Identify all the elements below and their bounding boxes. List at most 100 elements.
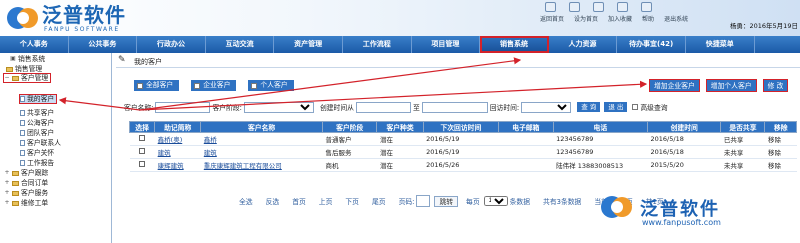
customer-link[interactable]: 重庆康辉建筑工程有限公司	[204, 162, 282, 170]
col-short-name[interactable]: 助记简称	[154, 121, 202, 133]
stage-select[interactable]	[243, 101, 314, 113]
tab-personal-customers[interactable]: 个人客户	[248, 80, 294, 91]
cell-short-name[interactable]: 康辉建筑	[154, 158, 201, 172]
tree-root-icon: ▣	[10, 55, 16, 62]
sidebar-item-repair[interactable]: + 维修工单	[4, 199, 48, 207]
exit-button[interactable]: 退 出	[604, 102, 628, 112]
cell-customer-name[interactable]: 重庆康辉建筑工程有限公司	[200, 158, 323, 172]
cell-short-name[interactable]: 鑫桥(奥)	[154, 132, 201, 146]
remove-link[interactable]: 移除	[764, 158, 797, 172]
query-button[interactable]: 查 询	[577, 102, 601, 112]
sidebar-item-care[interactable]: 客户关怀	[20, 149, 54, 157]
row-select-cell[interactable]	[129, 158, 155, 172]
logout-icon[interactable]	[641, 2, 652, 12]
header-link-home[interactable]: 返回首页	[540, 14, 564, 23]
cell-customer-name[interactable]: 建筑	[200, 145, 323, 159]
help-icon[interactable]	[617, 2, 628, 12]
sidebar-item-label: 客户管理	[21, 74, 49, 82]
col-next-visit[interactable]: 下次回访时间	[422, 121, 500, 133]
first-page-link[interactable]: 首页	[292, 196, 306, 206]
edit-button[interactable]: 修 改	[762, 79, 789, 92]
nav-item-personal[interactable]: 个人事务	[0, 36, 69, 53]
nav-item-sales[interactable]: 销售系统	[480, 36, 549, 53]
row-select-cell[interactable]	[129, 132, 155, 146]
col-email[interactable]: 电子邮箱	[498, 121, 554, 133]
header-link-set-home[interactable]: 设为首页	[574, 14, 598, 23]
row-checkbox[interactable]	[139, 161, 146, 167]
sidebar-item-public-sea[interactable]: 公海客户	[20, 119, 54, 127]
table-row[interactable]: 鑫桥(奥) 鑫桥 普通客户 潜在 2016/5/19 123456789 201…	[129, 132, 797, 146]
col-customer-name[interactable]: 客户名称	[200, 121, 323, 133]
customer-link[interactable]: 建筑	[204, 149, 217, 157]
favorite-icon[interactable]	[593, 2, 604, 12]
visit-select[interactable]	[521, 101, 572, 113]
remove-link[interactable]: 移除	[764, 145, 797, 159]
customer-name-input[interactable]	[155, 101, 211, 113]
header-link-favorite[interactable]: 加入收藏	[608, 14, 632, 23]
row-select-cell[interactable]	[129, 145, 155, 159]
sidebar-item-sales-manage[interactable]: 销售管理	[6, 65, 42, 73]
nav-item-todo[interactable]: 待办事宜(42)	[617, 36, 686, 53]
expand-icon: +	[4, 199, 10, 206]
row-checkbox[interactable]	[139, 135, 146, 141]
prev-page-link[interactable]: 上页	[319, 196, 333, 206]
nav-item-shortcut[interactable]: 快捷菜单	[686, 36, 755, 53]
sidebar-root[interactable]: ▣ 销售系统	[10, 55, 45, 63]
add-personal-customer-button[interactable]: 增加个人客户	[705, 79, 757, 92]
sidebar-item-team[interactable]: 团队客户	[20, 129, 54, 137]
cell-customer-name[interactable]: 鑫桥	[200, 132, 323, 146]
tab-enterprise-customers[interactable]: 企业客户	[191, 80, 237, 91]
sidebar-item-shared[interactable]: 共享客户	[20, 109, 54, 117]
col-shared[interactable]: 是否共享	[720, 121, 766, 133]
created-to-input[interactable]	[421, 101, 488, 113]
row-checkbox[interactable]	[139, 148, 146, 154]
to-label: 至	[412, 104, 420, 112]
sidebar-item-report[interactable]: 工作报告	[20, 159, 54, 167]
invert-selection-link[interactable]: 反选	[266, 196, 280, 206]
tab-label: 全部客户	[146, 81, 174, 89]
sidebar-item-customer-manage[interactable]: − 客户管理	[2, 73, 52, 83]
advanced-checkbox[interactable]	[632, 104, 639, 110]
next-page-link[interactable]: 下页	[345, 196, 359, 206]
set-home-icon[interactable]	[569, 2, 580, 12]
col-stage[interactable]: 客户阶段	[321, 121, 378, 133]
per-page-label: 每页	[466, 198, 480, 206]
sidebar-item-tracking[interactable]: + 客户跟踪	[4, 169, 48, 177]
created-from-input[interactable]	[355, 101, 411, 113]
go-button[interactable]: 跳转	[434, 195, 459, 207]
table-row[interactable]: 建筑 建筑 售后服务 潜在 2016/5/19 123456789 2016/5…	[129, 145, 797, 159]
col-phone[interactable]: 电话	[552, 121, 649, 133]
sidebar-item-my-customers[interactable]: 我的客户	[18, 94, 58, 104]
col-created[interactable]: 创建时间	[647, 121, 722, 133]
header-links: 返回首页 设为首页 加入收藏 帮助 退出系统	[540, 14, 698, 23]
nav-item-hr[interactable]: 人力资源	[549, 36, 618, 53]
nav-item-assets[interactable]: 资产管理	[274, 36, 343, 53]
customer-link[interactable]: 建筑	[158, 149, 171, 157]
add-enterprise-customer-button[interactable]: 增加企业客户	[649, 79, 700, 92]
sidebar-item-contacts[interactable]: 客户联系人	[20, 139, 61, 147]
last-page-link[interactable]: 尾页	[372, 196, 386, 206]
col-type[interactable]: 客户种类	[376, 121, 424, 133]
nav-item-public[interactable]: 公共事务	[69, 36, 138, 53]
nav-item-admin[interactable]: 行政办公	[137, 36, 206, 53]
header-link-help[interactable]: 帮助	[642, 14, 654, 23]
remove-link[interactable]: 移除	[764, 132, 797, 146]
cell-short-name[interactable]: 建筑	[154, 145, 201, 159]
watermark: 泛普软件 www.fanpusoft.com	[582, 189, 798, 241]
select-all-link[interactable]: 全选	[239, 196, 253, 206]
nav-item-workflow[interactable]: 工作流程	[343, 36, 412, 53]
customer-link[interactable]: 鑫桥(奥)	[158, 136, 183, 144]
nav-item-project[interactable]: 项目管理	[412, 36, 481, 53]
customer-link[interactable]: 鑫桥	[204, 136, 217, 144]
sidebar-item-orders[interactable]: + 合同订单	[4, 179, 48, 187]
tab-all-customers[interactable]: 全部客户	[134, 80, 180, 91]
customer-link[interactable]: 康辉建筑	[158, 162, 184, 170]
nav-item-interaction[interactable]: 互动交流	[206, 36, 275, 53]
home-icon[interactable]	[545, 2, 556, 12]
table-row[interactable]: 康辉建筑 重庆康辉建筑工程有限公司 商机 潜在 2016/5/26 陆伟祥 13…	[129, 158, 797, 172]
sidebar-item-service[interactable]: + 客户服务	[4, 189, 48, 197]
page-number-input[interactable]	[416, 195, 431, 207]
sidebar-item-label: 我的客户	[27, 95, 55, 103]
header-link-logout[interactable]: 退出系统	[664, 14, 688, 23]
per-page-select[interactable]: 100	[483, 196, 508, 206]
